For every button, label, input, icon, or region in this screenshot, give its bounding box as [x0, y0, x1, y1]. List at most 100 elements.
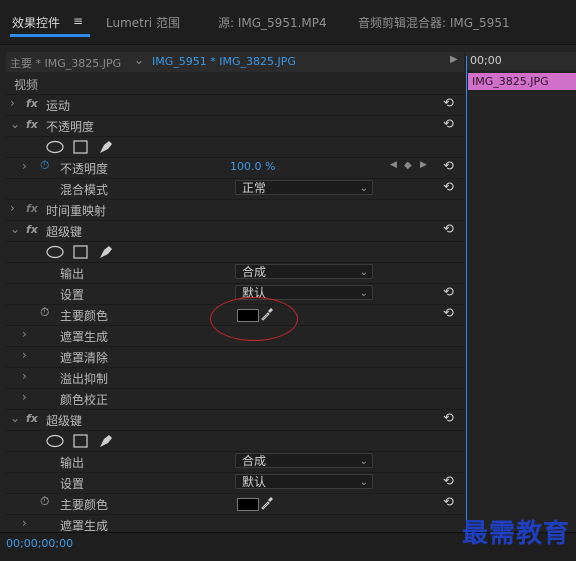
ellipse-mask-icon — [46, 140, 64, 154]
ultra-key-label: 超级键 — [46, 225, 83, 239]
settings-label: 设置 — [60, 288, 85, 302]
chevron-right-icon[interactable]: › — [22, 348, 27, 362]
reset-icon[interactable]: ⟲ — [443, 222, 454, 237]
dropdown-arrow-icon: ⌄ — [359, 183, 368, 194]
next-keyframe-icon[interactable]: ▶ — [420, 160, 427, 170]
reset-icon[interactable]: ⟲ — [443, 495, 454, 510]
pen-mask-icon — [100, 435, 112, 447]
key-color-row: ⏱ 主要颜色 ⟲ — [6, 493, 464, 515]
chevron-right-icon[interactable]: › — [22, 327, 27, 341]
sequence-clip-label[interactable]: IMG_5951 * IMG_3825.JPG — [152, 55, 296, 68]
stopwatch-icon[interactable]: ⏱ — [40, 305, 49, 320]
master-clip-label[interactable]: 主要 * IMG_3825.JPG — [10, 55, 121, 71]
dropdown-arrow-icon: ⌄ — [359, 477, 368, 488]
chevron-right-icon[interactable]: › — [22, 390, 27, 404]
rectangle-mask-icon — [73, 245, 88, 259]
fx-icon[interactable]: fx — [26, 118, 38, 131]
playhead[interactable] — [466, 56, 467, 546]
reset-icon[interactable]: ⟲ — [443, 159, 454, 174]
stopwatch-icon[interactable]: ⏱ — [40, 158, 49, 173]
opacity-param-row: › ⏱ 不透明度 100.0 % ◀ ◆ ▶ ⟲ — [6, 157, 464, 179]
effect-ultra-key-2[interactable]: ⌄ fx 超级键 ⟲ — [6, 409, 464, 431]
opacity-value[interactable]: 100.0 % — [230, 160, 275, 173]
mask-tools — [46, 140, 112, 154]
key-color-label: 主要颜色 — [60, 309, 109, 323]
tab-lumetri-scopes[interactable]: Lumetri 范围 — [106, 14, 180, 31]
time-ruler[interactable]: 00;00 — [466, 52, 576, 70]
blend-mode-select[interactable]: 正常 ⌄ — [235, 180, 373, 195]
output-label: 输出 — [60, 456, 85, 470]
timeline-clip-name: IMG_3825.JPG — [472, 75, 549, 88]
opacity-label: 不透明度 — [46, 120, 95, 134]
reset-icon[interactable]: ⟲ — [443, 474, 454, 489]
effect-motion[interactable]: › fx 运动 ⟲ — [6, 94, 464, 116]
chevron-right-icon[interactable]: › — [22, 369, 27, 383]
chevron-right-icon[interactable]: › — [10, 201, 15, 215]
section-video: 视频 — [6, 73, 464, 95]
timeline-clip[interactable]: IMG_3825.JPG — [468, 73, 576, 90]
chevron-right-icon[interactable]: › — [22, 159, 27, 173]
play-icon[interactable]: ▶ — [450, 54, 458, 65]
time-remap-label: 时间重映射 — [46, 204, 107, 218]
reset-icon[interactable]: ⟲ — [443, 285, 454, 300]
chevron-right-icon[interactable]: › — [22, 516, 27, 530]
mask-tools — [46, 245, 112, 259]
spill-suppression-label: 溢出抑制 — [60, 372, 109, 386]
effect-ultra-key-1[interactable]: ⌄ fx 超级键 ⟲ — [6, 220, 464, 242]
settings-label: 设置 — [60, 477, 85, 491]
fx-icon[interactable]: fx — [26, 223, 38, 236]
matte-cleanup-row[interactable]: › 遮罩清除 — [6, 346, 464, 368]
stopwatch-icon[interactable]: ⏱ — [40, 494, 49, 509]
chevron-right-icon[interactable]: › — [10, 96, 15, 110]
panel-tab-bar: 效果控件 ≡ Lumetri 范围 源: IMG_5951.MP4 音频剪辑混合… — [0, 0, 576, 45]
matte-generation-label: 遮罩生成 — [60, 330, 109, 344]
chevron-down-icon[interactable]: ⌄ — [10, 411, 20, 425]
rectangle-mask-icon — [73, 140, 88, 154]
ultra-key-label: 超级键 — [46, 414, 83, 428]
reset-icon[interactable]: ⟲ — [443, 117, 454, 132]
dropdown-arrow-icon: ⌄ — [359, 267, 368, 278]
add-keyframe-icon[interactable]: ◆ — [404, 160, 412, 171]
reset-icon[interactable]: ⟲ — [443, 180, 454, 195]
tab-menu-icon[interactable]: ≡ — [73, 14, 83, 28]
tab-source[interactable]: 源: IMG_5951.MP4 — [218, 14, 327, 31]
chevron-down-icon[interactable]: ⌄ — [134, 53, 144, 67]
timecode-display[interactable]: 00;00;00;00 — [6, 537, 73, 550]
prev-keyframe-icon[interactable]: ◀ — [390, 160, 397, 170]
fx-icon[interactable]: fx — [26, 412, 38, 425]
matte-gen-row[interactable]: › 遮罩生成 — [6, 514, 464, 533]
output-select[interactable]: 合成 ⌄ — [235, 264, 373, 279]
reset-icon[interactable]: ⟲ — [443, 306, 454, 321]
reset-icon[interactable]: ⟲ — [443, 411, 454, 426]
fx-icon[interactable]: fx — [26, 202, 38, 215]
annotation-ellipse — [210, 297, 298, 341]
chevron-down-icon[interactable]: ⌄ — [10, 117, 20, 131]
effect-time-remap[interactable]: › fx 时间重映射 — [6, 199, 464, 221]
color-correction-label: 颜色校正 — [60, 393, 109, 407]
chevron-down-icon[interactable]: ⌄ — [10, 222, 20, 236]
pen-mask-icon — [100, 141, 112, 153]
key-color-label: 主要颜色 — [60, 498, 109, 512]
blend-mode-label: 混合模式 — [60, 183, 109, 197]
ellipse-mask-icon — [46, 434, 64, 448]
effect-opacity[interactable]: ⌄ fx 不透明度 ⟲ — [6, 115, 464, 137]
eyedropper-icon[interactable] — [260, 496, 274, 510]
spill-row[interactable]: › 溢出抑制 — [6, 367, 464, 389]
matte-cleanup-label: 遮罩清除 — [60, 351, 109, 365]
mask-tools — [46, 434, 112, 448]
settings-row: 设置 默认 ⌄ ⟲ — [6, 472, 464, 494]
settings-value: 默认 — [242, 475, 267, 489]
tab-effect-controls[interactable]: 效果控件 — [12, 14, 60, 31]
reset-icon[interactable]: ⟲ — [443, 96, 454, 111]
tab-audio-clip-mixer[interactable]: 音频剪辑混合器: IMG_5951 — [358, 14, 510, 31]
key-color-swatch[interactable] — [237, 498, 259, 511]
motion-label: 运动 — [46, 99, 71, 113]
fx-icon[interactable]: fx — [26, 97, 38, 110]
mini-timeline — [466, 52, 576, 548]
mask-tools-row — [6, 136, 464, 158]
color-correction-row[interactable]: › 颜色校正 — [6, 388, 464, 410]
settings-select[interactable]: 默认 ⌄ — [235, 474, 373, 489]
watermark-logo: 最需教育 — [461, 519, 570, 549]
blend-mode-value: 正常 — [242, 181, 267, 195]
output-select[interactable]: 合成 ⌄ — [235, 453, 373, 468]
